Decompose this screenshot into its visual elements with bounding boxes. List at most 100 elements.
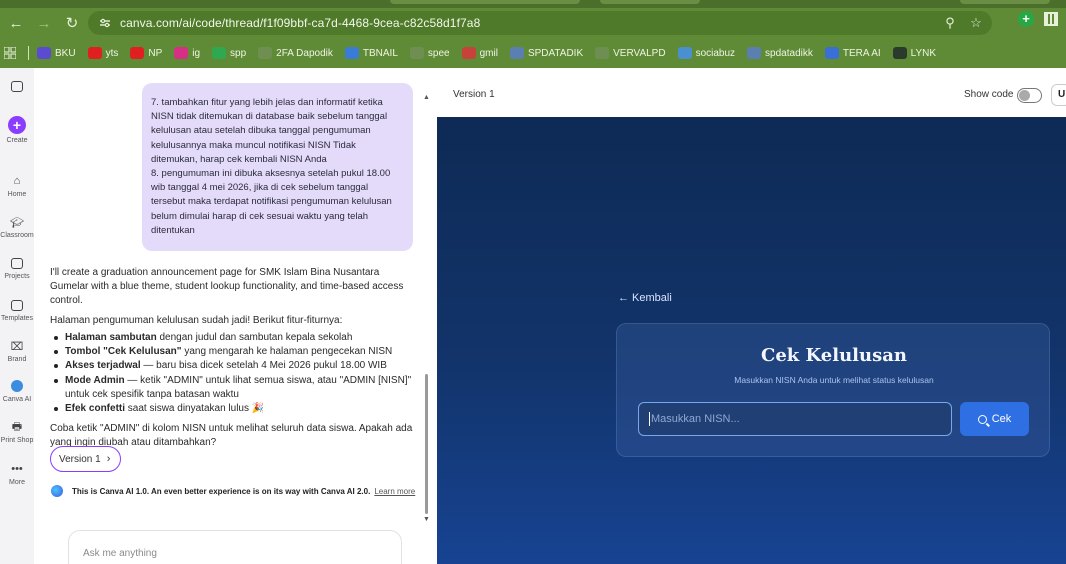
rail-item-create[interactable]: + Create [0, 116, 34, 144]
bookmark-favicon-icon [212, 47, 227, 59]
learn-more-link[interactable]: Learn more [374, 487, 415, 496]
bookmark-item[interactable]: spp [212, 47, 246, 59]
address-bar[interactable]: canva.com/ai/code/thread/f1f09bbf-ca7d-4… [88, 11, 992, 35]
bookmark-label: BKU [55, 47, 76, 59]
url-text[interactable]: canva.com/ai/code/thread/f1f09bbf-ca7d-4… [120, 16, 480, 30]
bookmark-favicon-icon [174, 47, 189, 59]
feature-item: Mode Admin — ketik "ADMIN" untuk lihat s… [50, 374, 418, 402]
check-button[interactable]: Cek [960, 402, 1029, 436]
bookmark-label: spee [427, 47, 450, 59]
bookmark-item[interactable]: LYNK [892, 47, 936, 59]
rail-item-templates[interactable]: Templates [0, 298, 34, 322]
bookmark-favicon-icon [595, 47, 610, 59]
bookmark-item[interactable]: spee [409, 47, 450, 59]
rail-label: Brand [7, 356, 27, 363]
canva-side-rail: + Create ⌂ Home 🎓︎ Classroom Projects Te… [0, 68, 34, 564]
bookmark-label: VERVALPD [613, 47, 666, 59]
user-message-bubble: 7. tambahkan fitur yang lebih jelas dan … [142, 83, 413, 251]
bookmark-item[interactable]: SPDATADIK [509, 47, 583, 59]
browser-tab[interactable] [600, 0, 700, 4]
card-title: Cek Kelulusan [761, 345, 907, 366]
rail-item-canva-ai[interactable]: Canva AI [0, 379, 34, 403]
qr-code-icon[interactable] [1044, 12, 1058, 26]
more-dots-icon: ••• [11, 463, 23, 475]
chat-panel: 7. tambahkan fitur yang lebih jelas dan … [34, 68, 436, 564]
scroll-down-arrow-icon[interactable]: ▼ [423, 516, 430, 523]
canva-ai-notice: This is Canva AI 1.0. An even better exp… [51, 485, 415, 497]
feature-item: Efek confetti saat siswa dinyatakan lulu… [50, 402, 418, 416]
apps-grid-icon[interactable] [4, 47, 16, 59]
ask-input[interactable]: Ask me anything [68, 530, 402, 564]
bookmark-item[interactable]: BKU [37, 47, 76, 59]
feature-list: Halaman sambutan dengan judul dan sambut… [50, 331, 418, 416]
back-link[interactable]: ← Kembali [618, 292, 672, 304]
bookmark-item[interactable]: spdatadikk [747, 47, 813, 59]
forward-arrow-icon[interactable]: → [32, 11, 56, 35]
feature-name: Efek confetti [65, 403, 126, 415]
rail-label: Create [6, 137, 28, 144]
text-caret [649, 412, 650, 426]
rail-item-projects[interactable]: Projects [0, 256, 34, 280]
site-settings-icon[interactable] [94, 12, 116, 34]
bookmark-label: yts [105, 47, 119, 59]
folder-icon [10, 256, 24, 270]
show-code-toggle[interactable] [1017, 88, 1042, 103]
plus-icon[interactable]: + [8, 116, 26, 134]
bookmark-item[interactable]: VERVALPD [595, 47, 666, 59]
rail-item-home[interactable]: ⌂ Home [0, 174, 34, 198]
extension-plus-icon[interactable]: + [1018, 11, 1034, 27]
bookmark-item[interactable]: NP [130, 47, 162, 59]
bookmark-item[interactable]: TBNAIL [344, 47, 398, 59]
preview-header: Version 1 Show code U [437, 68, 1066, 117]
bookmark-label: ig [192, 47, 201, 59]
templates-icon [10, 298, 24, 312]
canva-ai-icon [10, 379, 24, 393]
feature-name: Halaman sambutan [65, 332, 157, 343]
feature-name: Tombol "Cek Kelulusan" [65, 346, 182, 358]
back-arrow-icon[interactable]: ← [4, 11, 28, 35]
bookmark-item[interactable]: ig [174, 47, 200, 59]
bookmark-favicon-icon [87, 47, 102, 59]
bookmark-label: NP [148, 47, 163, 59]
rail-item-classroom[interactable]: 🎓︎ Classroom [0, 215, 34, 240]
rail-item-more[interactable]: ••• More [0, 462, 34, 486]
bookmark-label: spdatadikk [765, 47, 813, 59]
bookmark-label: 2FA Dapodik [276, 47, 333, 59]
chat-scrollbar[interactable] [425, 374, 428, 514]
reload-icon[interactable]: ↻ [60, 11, 84, 35]
zoom-icon[interactable]: ⚲ [940, 13, 960, 33]
sidebar-toggle-icon[interactable] [10, 79, 24, 93]
scroll-up-arrow-icon[interactable]: ▲ [423, 94, 430, 101]
assistant-reply: I'll create a graduation announcement pa… [50, 266, 418, 456]
bookmark-favicon-icon [130, 47, 145, 59]
feature-item: Akses terjadwal — baru bisa dicek setela… [50, 359, 418, 373]
browser-tab[interactable] [390, 0, 580, 4]
nisn-input[interactable]: Masukkan NISN... [638, 402, 952, 436]
graduation-cap-icon: 🎓︎ [10, 216, 24, 229]
panel-toggle[interactable] [0, 79, 34, 96]
preview-action-button[interactable]: U [1051, 84, 1066, 106]
bookmark-item[interactable]: sociabuz [677, 47, 735, 59]
print-shop-icon: 🖶︎ [11, 420, 23, 433]
canva-ai-icon [51, 485, 63, 497]
rail-item-brand[interactable]: ⌧ Brand [0, 339, 34, 364]
bookmark-list: BKU yts NP ig spp 2FA Dapodik TBNAIL spee gmil SP… [37, 47, 948, 59]
bookmark-star-icon[interactable]: ☆ [966, 13, 986, 33]
rail-label: Home [7, 191, 27, 198]
version-button[interactable]: Version 1 › [50, 446, 122, 472]
bookmark-item[interactable]: gmil [461, 47, 498, 59]
browser-toolbar: ← → ↻ canva.com/ai/code/thread/f1f09bbf-… [0, 8, 1066, 38]
search-icon [977, 414, 987, 424]
browser-tab[interactable] [960, 0, 1050, 4]
bookmark-item[interactable]: yts [87, 47, 119, 59]
bookmark-item[interactable]: 2FA Dapodik [258, 47, 333, 59]
feature-description: — baru bisa dicek setelah 4 Mei 2026 puk… [140, 360, 387, 372]
bookmark-favicon-icon [509, 47, 524, 59]
feature-name: Akses terjadwal [65, 360, 141, 372]
feature-description: saat siswa dinyatakan lulus 🎉 [125, 403, 265, 415]
version-label: Version 1 [59, 453, 101, 465]
check-card: Cek Kelulusan Masukkan NISN Anda untuk m… [616, 323, 1050, 457]
bookmark-item[interactable]: TERA AI [824, 47, 881, 59]
card-subtitle: Masukkan NISN Anda untuk melihat status … [734, 375, 934, 385]
rail-item-print-shop[interactable]: 🖶︎ Print Shop [0, 420, 34, 445]
